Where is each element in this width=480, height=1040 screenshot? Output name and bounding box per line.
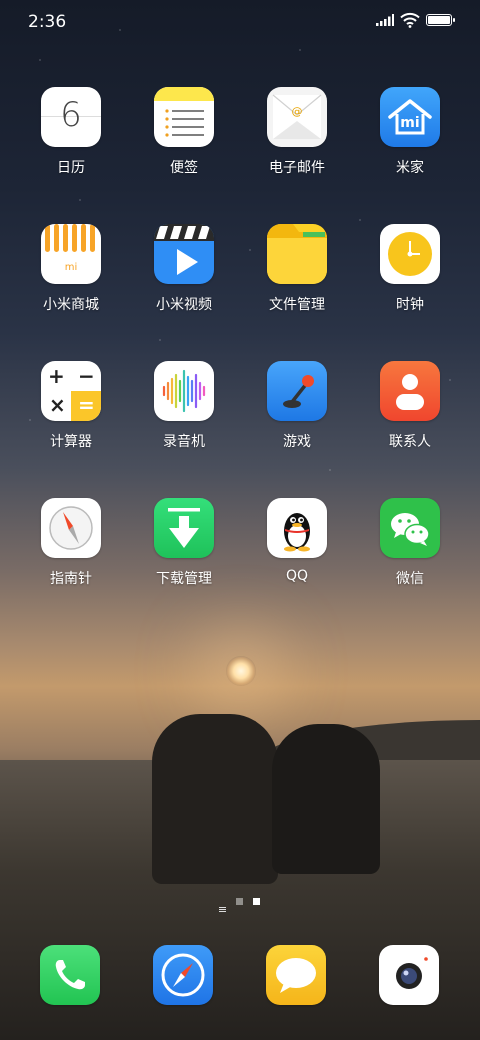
contacts-icon — [380, 361, 440, 421]
mi-store-logo: mi — [64, 262, 78, 273]
app-label: 游戏 — [283, 434, 311, 450]
page-dot-3[interactable] — [253, 898, 260, 905]
app-calendar[interactable]: 6 日历 — [21, 87, 121, 177]
calendar-date: 6 — [60, 95, 82, 135]
app-label: 小米商城 — [43, 297, 99, 313]
camera-icon — [379, 945, 439, 1005]
app-contacts[interactable]: 联系人 — [360, 361, 460, 451]
browser-icon — [153, 945, 213, 1005]
app-file-manager[interactable]: 文件管理 — [247, 224, 347, 314]
status-bar: 2:36 — [0, 0, 480, 44]
dock-camera[interactable] — [379, 945, 439, 1005]
page-indicator[interactable] — [0, 896, 480, 912]
calendar-icon: 6 — [41, 87, 101, 147]
wifi-icon — [400, 12, 420, 28]
wallpaper-person-right — [272, 724, 380, 874]
game-icon — [267, 361, 327, 421]
app-compass[interactable]: 指南针 — [21, 498, 121, 588]
dock-browser[interactable] — [153, 945, 213, 1005]
app-label: 电子邮件 — [269, 160, 325, 176]
folder-icon — [267, 224, 327, 284]
app-game[interactable]: 游戏 — [247, 361, 347, 451]
calculator-plus: + — [48, 364, 65, 388]
status-time: 2:36 — [28, 12, 67, 32]
app-label: 微信 — [396, 571, 424, 587]
dock-phone[interactable] — [40, 945, 100, 1005]
app-mi-store[interactable]: mi 小米商城 — [21, 224, 121, 314]
app-label: 指南针 — [50, 571, 92, 587]
notes-icon — [154, 87, 214, 147]
email-icon: @ — [267, 87, 327, 147]
app-label: 米家 — [396, 160, 424, 176]
phone-icon — [40, 945, 100, 1005]
app-email[interactable]: @ 电子邮件 — [247, 87, 347, 177]
app-clock[interactable]: 时钟 — [360, 224, 460, 314]
clock-icon — [380, 224, 440, 284]
wallpaper-sun — [226, 656, 256, 686]
app-label: 时钟 — [396, 297, 424, 313]
dock-messages[interactable] — [266, 945, 326, 1005]
email-at-symbol: @ — [291, 105, 303, 118]
qq-icon — [267, 498, 327, 558]
app-recorder[interactable]: 录音机 — [134, 361, 234, 451]
calculator-times: × — [49, 393, 66, 417]
wallpaper-person-left — [152, 714, 278, 884]
app-download-manager[interactable]: 下载管理 — [134, 498, 234, 588]
app-label: 日历 — [57, 160, 85, 176]
app-qq[interactable]: QQ — [247, 498, 347, 584]
battery-icon — [426, 14, 455, 26]
page-dot-2[interactable] — [236, 898, 243, 905]
mi-home-icon: mi — [380, 87, 440, 147]
compass-icon — [41, 498, 101, 558]
battery-level — [428, 16, 450, 24]
calculator-equals: = — [78, 393, 95, 417]
video-icon — [154, 224, 214, 284]
app-calculator[interactable]: + − × = 计算器 — [21, 361, 121, 451]
calculator-minus: − — [78, 364, 95, 388]
app-label: QQ — [285, 568, 309, 584]
cellular-signal-icon — [376, 14, 394, 26]
mi-home-logo: mi — [400, 115, 420, 131]
app-label: 计算器 — [50, 434, 92, 450]
recorder-icon — [154, 361, 214, 421]
calculator-icon: + − × = — [41, 361, 101, 421]
app-label: 便签 — [170, 160, 198, 176]
app-notes[interactable]: 便签 — [134, 87, 234, 177]
app-label: 联系人 — [389, 434, 431, 450]
app-label: 录音机 — [163, 434, 205, 450]
mi-store-icon: mi — [41, 224, 101, 284]
app-label: 小米视频 — [156, 297, 212, 313]
app-label: 文件管理 — [269, 297, 325, 313]
messages-icon — [266, 945, 326, 1005]
download-icon — [154, 498, 214, 558]
app-mi-video[interactable]: 小米视频 — [134, 224, 234, 314]
wechat-icon — [380, 498, 440, 558]
page-dot-1[interactable] — [219, 898, 226, 912]
app-mi-home[interactable]: mi 米家 — [360, 87, 460, 177]
app-label: 下载管理 — [156, 571, 212, 587]
app-wechat[interactable]: 微信 — [360, 498, 460, 588]
